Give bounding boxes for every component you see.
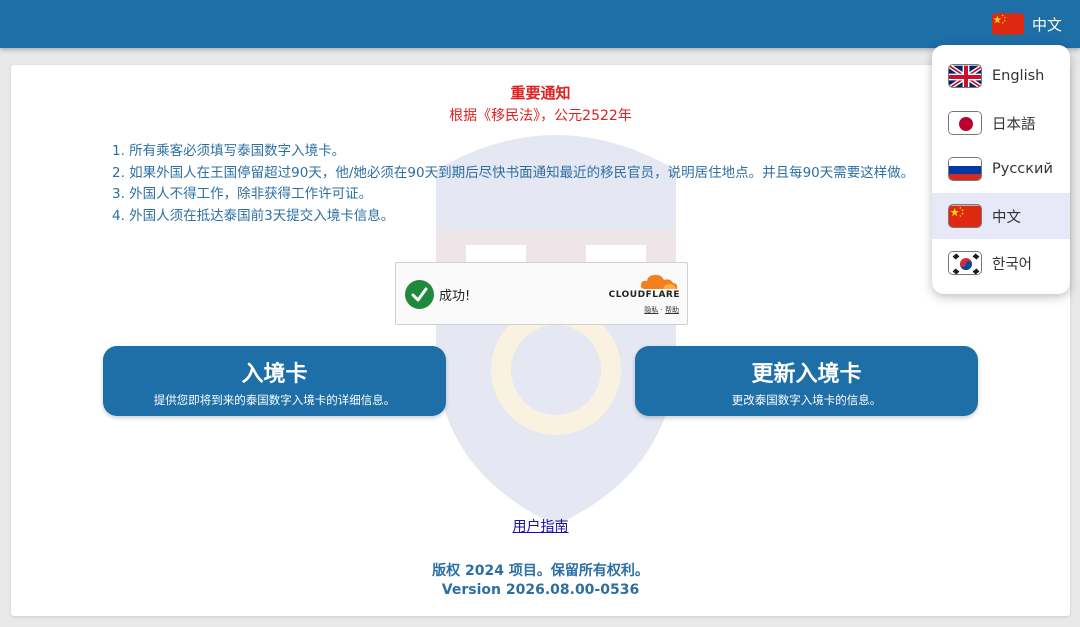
language-option-russian[interactable]: Русский	[932, 146, 1070, 192]
arrival-card-button[interactable]: 入境卡 提供您即将到来的泰国数字入境卡的详细信息。	[103, 346, 446, 416]
china-flag-icon	[948, 204, 982, 228]
cloudflare-brand: CLOUDFLARE	[608, 290, 680, 300]
update-arrival-card-button[interactable]: 更新入境卡 更改泰国数字入境卡的信息。	[635, 346, 978, 416]
privacy-link[interactable]: 隐私	[644, 306, 658, 314]
korea-flag-icon	[948, 251, 982, 275]
rule-item: 4. 外国人须在抵达泰国前3天提交入境卡信息。	[112, 207, 395, 224]
language-option-label: Русский	[992, 161, 1053, 177]
language-option-korean[interactable]: 한국어	[932, 240, 1070, 286]
cloudflare-captcha[interactable]: 成功! CLOUDFLARE 隐私 · 帮助	[395, 262, 688, 325]
arrival-card-title: 入境卡	[241, 362, 308, 387]
language-selector[interactable]: 中文	[991, 10, 1062, 38]
china-flag-icon	[991, 12, 1024, 36]
rule-item: 1. 所有乘客必须填写泰国数字入境卡。	[112, 143, 346, 159]
user-guide-link[interactable]: 用户指南	[11, 516, 1070, 536]
language-option-label: 日本語	[992, 116, 1036, 133]
language-option-label: 한국어	[992, 256, 1033, 273]
copyright-text: 版权 2024 项目。保留所有权利。	[432, 563, 649, 579]
link-separator: ·	[660, 306, 663, 314]
rule-item: 2. 如果外国人在王国停留超过90天，他/她必须在90天到期后尽快书面通知最近的…	[112, 164, 915, 181]
uk-flag-icon	[948, 64, 982, 88]
check-circle-icon	[405, 280, 434, 309]
language-option-japanese[interactable]: 日本語	[932, 100, 1070, 146]
language-option-chinese[interactable]: 中文	[932, 193, 1070, 239]
japan-flag-icon	[948, 111, 982, 135]
language-option-english[interactable]: English	[932, 53, 1070, 99]
notice-subtitle: 根据《移民法》，公元2522年	[449, 108, 632, 124]
top-bar: 中文	[0, 0, 1080, 48]
help-link[interactable]: 帮助	[665, 306, 679, 314]
language-option-label: 中文	[992, 209, 1021, 226]
update-card-title: 更新入境卡	[751, 362, 862, 387]
notice-title: 重要通知	[510, 84, 571, 102]
update-card-description: 更改泰国数字入境卡的信息。	[731, 393, 882, 407]
captcha-links: 隐私 · 帮助	[644, 305, 679, 315]
captcha-status: 成功!	[439, 289, 471, 304]
russia-flag-icon	[948, 157, 982, 181]
rules-list: 1. 所有乘客必须填写泰国数字入境卡。 2. 如果外国人在王国停留超过90天，他…	[112, 141, 942, 227]
language-option-label: English	[992, 68, 1045, 84]
cloudflare-logo-icon	[640, 274, 678, 289]
current-language-label: 中文	[1031, 15, 1062, 34]
language-dropdown: English 日本語 Русский 中文 한국어	[932, 45, 1070, 294]
version-text: Version 2026.08.00-0536	[441, 582, 640, 598]
main-card: 重要通知 根据《移民法》，公元2522年 1. 所有乘客必须填写泰国数字入境卡。…	[11, 65, 1070, 616]
arrival-card-description: 提供您即将到来的泰国数字入境卡的详细信息。	[153, 393, 396, 407]
rule-item: 3. 外国人不得工作，除非获得工作许可证。	[112, 186, 373, 202]
